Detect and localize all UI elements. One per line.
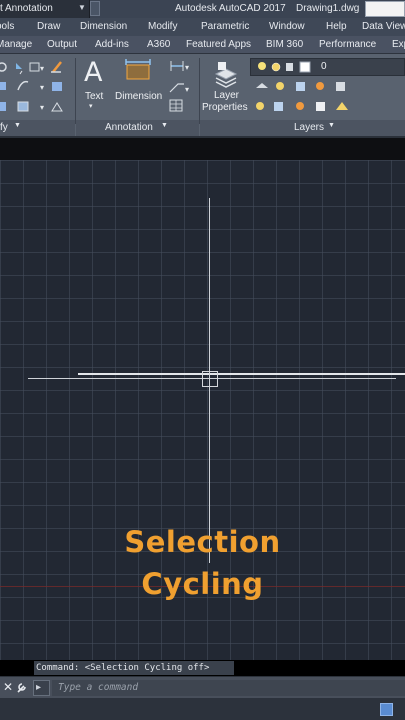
annotation-panel-title[interactable]: Annotation ▼: [76, 120, 199, 136]
layer-tools-icons[interactable]: [254, 80, 354, 116]
menu-item-dimension[interactable]: Dimension: [80, 21, 127, 32]
tab-add-ins[interactable]: Add-ins: [95, 39, 129, 50]
chevron-down-icon: ▼: [328, 122, 335, 129]
workspace-name: t Annotation: [0, 3, 53, 14]
command-history: Command: <Selection Cycling off>: [34, 661, 234, 675]
tab-manage[interactable]: Manage: [0, 39, 32, 50]
chevron-down-icon[interactable]: ▾: [89, 102, 93, 110]
command-placeholder: Type a command: [58, 682, 139, 693]
crosshair-pickbox: [202, 371, 218, 387]
layer-properties-label-line1[interactable]: Layer: [214, 90, 239, 101]
quick-access-dropdown-button[interactable]: [90, 1, 100, 16]
drawn-line-upper[interactable]: [78, 373, 405, 375]
workspace-selector[interactable]: t Annotation ▼: [0, 0, 90, 18]
menu-item-data-view[interactable]: Data View: [362, 21, 405, 32]
modify-panel-title[interactable]: fy ▼: [0, 120, 75, 136]
tab-performance[interactable]: Performance: [319, 39, 376, 50]
title-bar: t Annotation ▼ Autodesk AutoCAD 2017 Dra…: [0, 0, 405, 18]
tab-a360[interactable]: A360: [147, 39, 170, 50]
command-line-bar: ✕ ▸ Type a command: [0, 676, 405, 698]
panel-separator: [199, 58, 200, 124]
help-search-input[interactable]: [365, 1, 405, 17]
tab-express[interactable]: Exp: [392, 39, 405, 50]
chevron-down-icon: ▼: [78, 3, 86, 12]
tab-bim-360[interactable]: BIM 360: [266, 39, 303, 50]
status-bar: [0, 698, 405, 720]
layer-name: 0: [321, 61, 327, 72]
ribbon: ▾ ▾ ▾ A Text ▾ Dimension ▾ ▾ Layer Prope…: [0, 54, 405, 138]
caption-line1: Selection: [124, 525, 281, 559]
wrench-icon[interactable]: [16, 681, 28, 694]
modify-tools-icon[interactable]: ▾ ▾ ▾: [0, 60, 72, 118]
layer-dropdown[interactable]: 0: [250, 58, 405, 76]
tab-output[interactable]: Output: [47, 39, 77, 50]
viewport-frame: [0, 138, 405, 160]
app-title: Autodesk AutoCAD 2017: [175, 3, 286, 14]
caption-line2: Cycling: [141, 567, 264, 601]
tab-featured-apps[interactable]: Featured Apps: [186, 39, 251, 50]
menu-bar: ools Draw Dimension Modify Parametric Wi…: [0, 18, 405, 36]
svg-text:▾: ▾: [40, 64, 44, 73]
svg-text:▾: ▾: [40, 83, 44, 92]
svg-text:▾: ▾: [185, 85, 189, 94]
menu-item-tools[interactable]: ools: [0, 21, 14, 32]
dimension-button-label[interactable]: Dimension: [115, 91, 162, 102]
menu-item-draw[interactable]: Draw: [37, 21, 60, 32]
annotation-tools-icon[interactable]: ▾ ▾: [167, 58, 193, 116]
layer-properties-label-line2[interactable]: Properties: [202, 102, 248, 113]
layer-properties-icon[interactable]: [212, 58, 240, 88]
text-icon[interactable]: A: [83, 57, 105, 85]
menu-item-window[interactable]: Window: [269, 21, 305, 32]
chevron-down-icon: ▼: [14, 122, 21, 129]
command-prompt-button[interactable]: ▸: [33, 680, 50, 696]
menu-item-help[interactable]: Help: [326, 21, 347, 32]
model-space-button[interactable]: [380, 703, 393, 716]
layer-state-icons: [258, 61, 311, 73]
document-title: Drawing1.dwg: [296, 3, 360, 14]
svg-text:A: A: [84, 57, 103, 85]
menu-item-parametric[interactable]: Parametric: [201, 21, 249, 32]
command-input[interactable]: Type a command: [52, 680, 405, 696]
panel-separator: [75, 58, 76, 124]
menu-item-modify[interactable]: Modify: [148, 21, 177, 32]
dimension-icon[interactable]: [124, 59, 152, 83]
close-icon[interactable]: ✕: [3, 680, 13, 694]
prompt-icon: ▸: [36, 682, 42, 693]
svg-text:▾: ▾: [40, 103, 44, 112]
text-button-label[interactable]: Text: [85, 91, 103, 102]
layers-panel-title[interactable]: Layers ▼: [200, 120, 405, 136]
svg-text:▾: ▾: [185, 63, 189, 72]
ribbon-tabs: Manage Output Add-ins A360 Featured Apps…: [0, 36, 405, 54]
chevron-down-icon: ▼: [161, 122, 168, 129]
